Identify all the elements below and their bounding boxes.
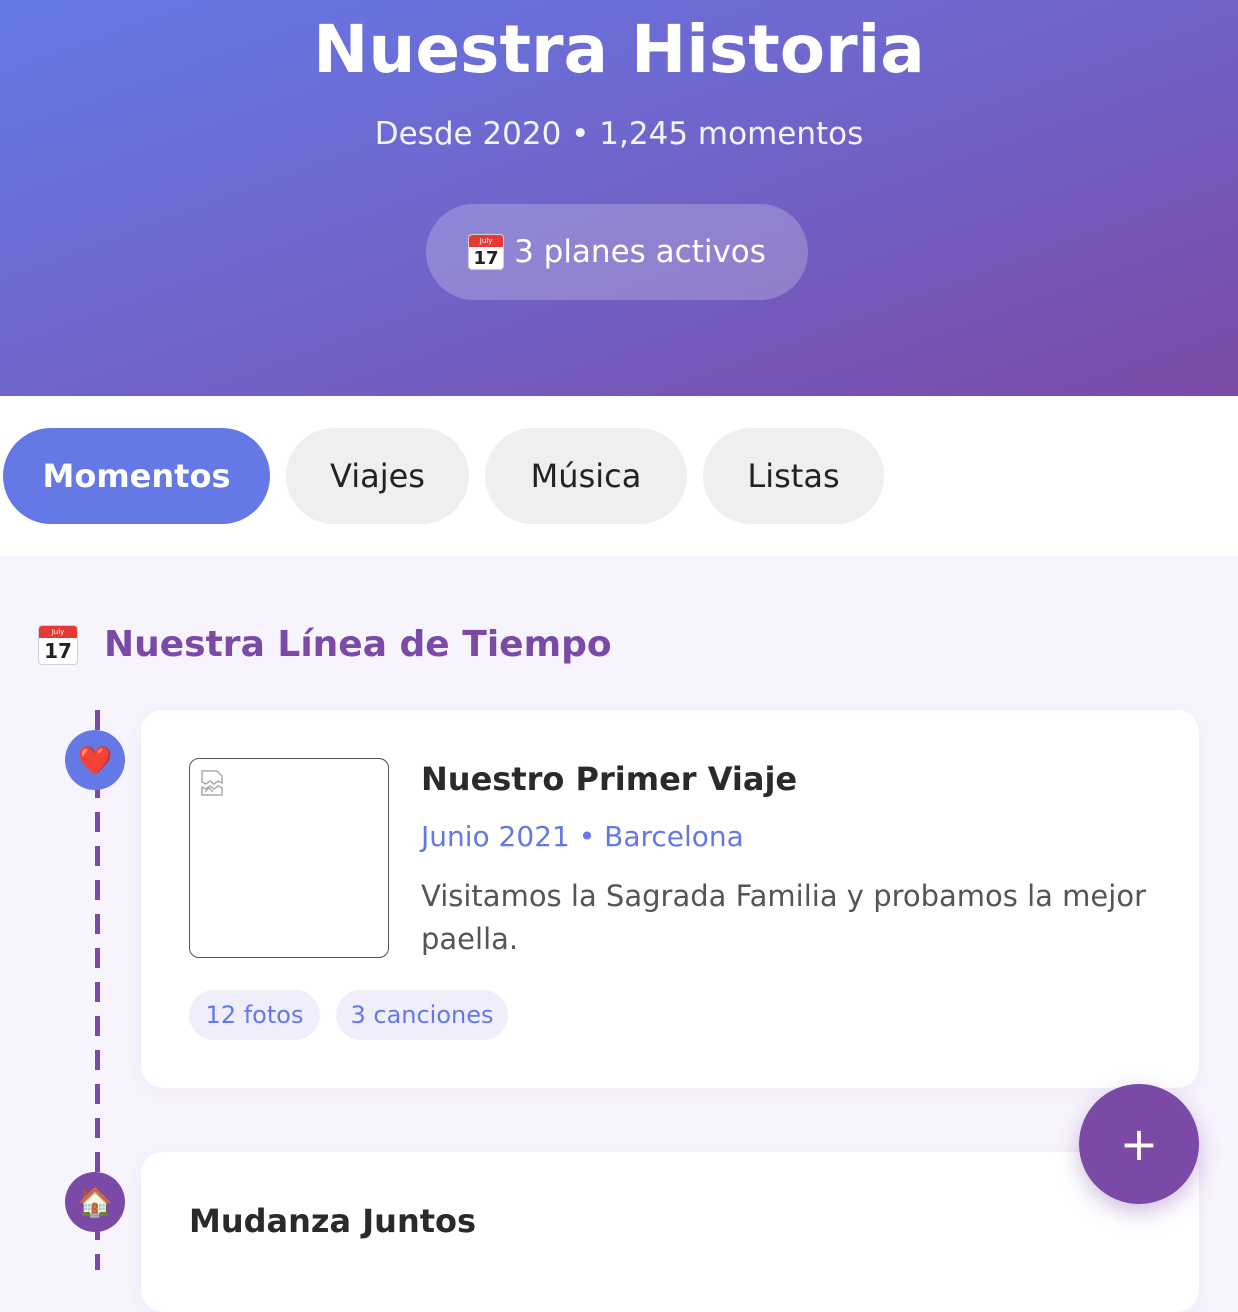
section-header: July 17 Nuestra Línea de Tiempo: [38, 624, 612, 665]
moment-card[interactable]: Mudanza Juntos: [141, 1152, 1199, 1312]
tab-momentos[interactable]: Momentos: [3, 428, 270, 524]
tab-bar: Momentos Viajes Música Listas: [0, 396, 1238, 556]
page-subtitle: Desde 2020 • 1,245 momentos: [374, 116, 864, 152]
moment-image: [189, 758, 389, 958]
tab-listas[interactable]: Listas: [703, 428, 884, 524]
moment-description: Visitamos la Sagrada Familia y probamos …: [421, 879, 1146, 956]
songs-chip[interactable]: 3 canciones: [336, 990, 508, 1040]
moment-meta: Junio 2021 • Barcelona: [421, 820, 744, 853]
hero-header: Nuestra Historia Desde 2020 • 1,245 mome…: [0, 0, 1238, 396]
photos-chip[interactable]: 12 fotos: [189, 990, 320, 1040]
moment-card[interactable]: Nuestro Primer Viaje Junio 2021 • Barcel…: [141, 710, 1199, 1088]
plus-icon: +: [1119, 1117, 1159, 1171]
section-title: Nuestra Línea de Tiempo: [104, 624, 612, 665]
heart-icon: ❤️: [65, 730, 125, 790]
calendar-icon: July 17: [468, 234, 505, 270]
tab-viajes[interactable]: Viajes: [286, 428, 469, 524]
moment-title: Nuestro Primer Viaje: [421, 760, 798, 798]
active-plans-label: 3 planes activos: [514, 234, 766, 270]
broken-image-icon: [201, 770, 223, 796]
calendar-icon: July 17: [38, 624, 78, 665]
page-title: Nuestra Historia: [313, 11, 925, 88]
add-moment-button[interactable]: +: [1079, 1084, 1199, 1204]
house-icon: 🏠: [65, 1172, 125, 1232]
active-plans-button[interactable]: July 17 3 planes activos: [426, 204, 808, 300]
tab-musica[interactable]: Música: [485, 428, 687, 524]
moment-title: Mudanza Juntos: [189, 1202, 477, 1240]
